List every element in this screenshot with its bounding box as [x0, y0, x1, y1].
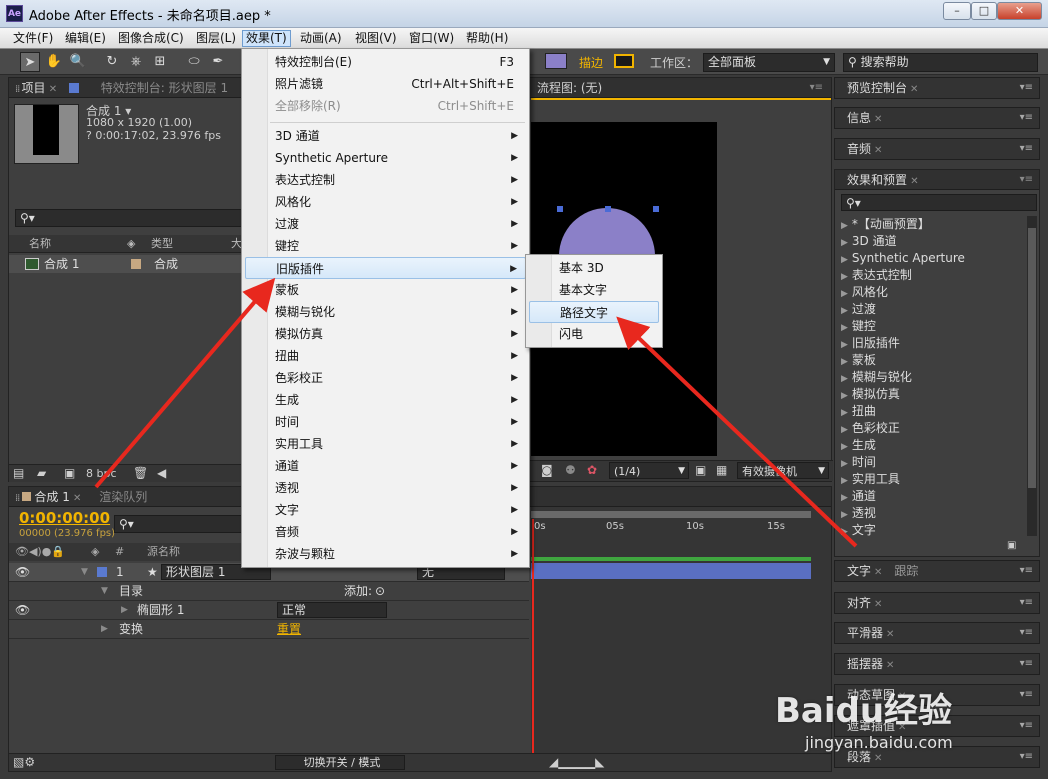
annotation-arrows: [94, 277, 858, 548]
baidu-watermark-logo: Baidu经验: [775, 691, 953, 731]
annotation-arrow: [616, 316, 858, 548]
annotation-arrow: [94, 277, 276, 489]
watermark-url: jingyan.baidu.com: [805, 733, 953, 752]
